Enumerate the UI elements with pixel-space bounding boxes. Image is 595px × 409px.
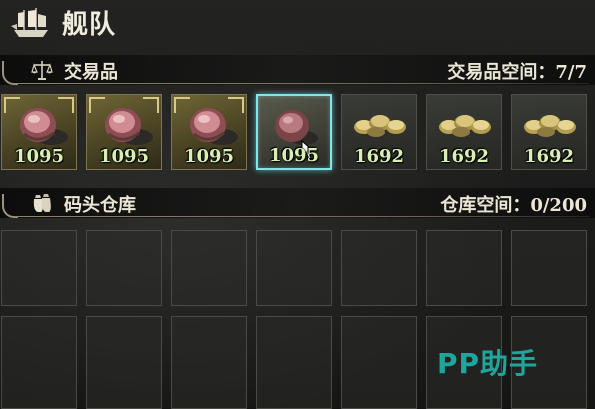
ship-icon	[11, 8, 48, 37]
warehouse-slot[interactable]	[256, 316, 332, 409]
coins-icon	[439, 115, 491, 137]
meat-icon	[190, 108, 238, 145]
trade-goods-label: 交易品	[64, 62, 118, 83]
header-divider	[14, 216, 589, 217]
trade-slot-6[interactable]: 1692	[426, 94, 502, 170]
trade-slot-1[interactable]: 1095	[1, 94, 77, 170]
item-quantity: 1692	[438, 146, 490, 167]
header-ornament	[2, 61, 18, 85]
warehouse-slot[interactable]	[1, 230, 77, 306]
warehouse-slot[interactable]	[1, 316, 77, 409]
warehouse-slot[interactable]	[341, 230, 417, 306]
trade-slot-4-selected[interactable]: 1095	[256, 94, 332, 170]
warehouse-slot[interactable]	[256, 230, 332, 306]
warehouse-slot[interactable]	[171, 230, 247, 306]
trade-slot-5[interactable]: 1692	[341, 94, 417, 170]
item-quantity: 1095	[268, 145, 320, 166]
coins-icon	[354, 115, 406, 137]
dock-warehouse-capacity: 仓库空间：0/200	[440, 195, 587, 216]
warehouse-slot[interactable]	[426, 230, 502, 306]
trade-slot-2[interactable]: 1095	[86, 94, 162, 170]
meat-icon	[275, 110, 318, 145]
header-divider	[14, 83, 589, 84]
meat-icon	[105, 108, 153, 145]
watermark: PP助手	[437, 347, 539, 380]
warehouse-slot[interactable]	[171, 316, 247, 409]
item-quantity: 1692	[523, 146, 575, 167]
coins-icon	[524, 115, 576, 137]
warehouse-slot[interactable]	[86, 316, 162, 409]
title-bar: 舰队	[0, 0, 595, 44]
meat-icon	[20, 108, 68, 145]
item-quantity: 1692	[353, 146, 405, 167]
item-quantity: 1095	[98, 146, 150, 167]
sacks-icon	[33, 194, 51, 212]
trade-goods-header: 交易品 交易品空间：7/7	[0, 55, 595, 85]
trade-goods-capacity: 交易品空间：7/7	[447, 62, 587, 83]
dock-warehouse-label: 码头仓库	[64, 195, 136, 216]
trade-slot-7[interactable]: 1692	[511, 94, 587, 170]
scales-icon	[31, 61, 53, 80]
warehouse-slot[interactable]	[86, 230, 162, 306]
item-quantity: 1095	[13, 146, 65, 167]
trade-slot-3[interactable]: 1095	[171, 94, 247, 170]
page-title: 舰队	[62, 10, 117, 40]
dock-warehouse-header: 码头仓库 仓库空间：0/200	[0, 188, 595, 218]
warehouse-slot[interactable]	[511, 230, 587, 306]
item-quantity: 1095	[183, 146, 235, 167]
warehouse-slot[interactable]	[341, 316, 417, 409]
header-ornament	[2, 194, 18, 218]
